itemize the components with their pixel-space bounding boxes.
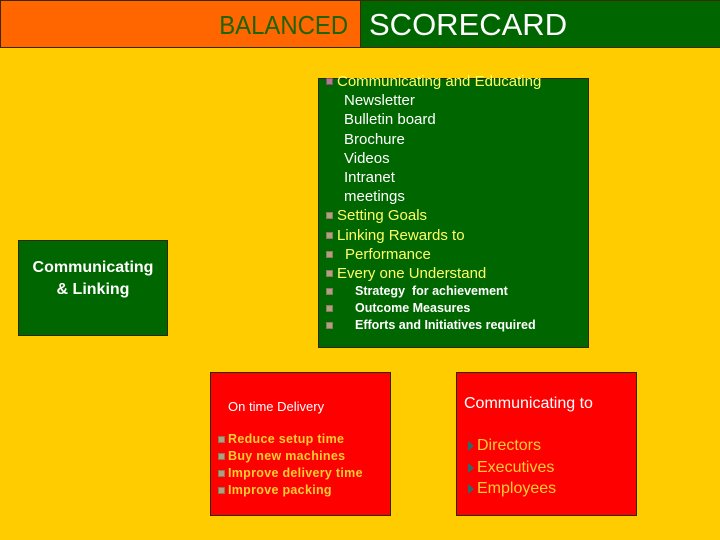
list-item: Intranet [323,168,541,187]
list-item: Videos [323,149,541,168]
list-item-text: Efforts and Initiatives required [355,318,536,333]
list-item: Improve delivery time [217,465,363,482]
list-item: Performance [323,245,541,264]
communicating-linking-label: Communicating & Linking [19,257,167,301]
list-item-text: Newsletter [344,92,415,110]
communicating-educating-list: Communicating and Educating Newsletter B… [323,72,541,334]
communicating-educating-box: Communicating and Educating Newsletter B… [318,73,589,348]
list-item-text: Improve delivery time [228,466,363,480]
list-item: Every one Understand [323,264,541,283]
audience-list: Directors Executives Employees [465,435,556,500]
triangle-bullet-icon [468,484,474,494]
list-item-text: Setting Goals [337,207,428,225]
square-bullet-icon [326,270,333,278]
list-item-text: Strategy for achievement [355,284,508,299]
communicating-to-box: Communicating to Directors Executives Em… [456,372,637,516]
header-right-panel: SCORECARD [361,1,720,47]
square-bullet-icon [326,250,333,258]
square-bullet-icon [326,288,333,296]
list-item: Communicating and Educating [323,72,541,91]
title-balanced: BALANCED [219,10,348,40]
list-item: Employees [465,478,556,500]
list-item: Improve packing [217,482,363,499]
triangle-bullet-icon [468,441,474,451]
list-item: Brochure [323,130,541,149]
list-item-text: Videos [344,149,390,167]
delivery-action-list: Reduce setup time Buy new machines Impro… [217,431,363,499]
on-time-delivery-title: On time Delivery [228,399,325,414]
square-bullet-icon [326,212,333,220]
list-item: Directors [465,435,556,457]
square-bullet-icon [326,305,333,313]
list-item: Efforts and Initiatives required [323,317,541,334]
list-item: Strategy for achievement [323,283,541,300]
square-bullet-icon [326,322,333,330]
list-item-text: Reduce setup time [228,432,345,446]
list-item-text: meetings [344,188,405,206]
list-item: Linking Rewards to [323,226,541,245]
triangle-bullet-icon [468,462,474,473]
square-bullet-icon [218,470,225,477]
square-bullet-icon [218,436,225,443]
square-bullet-icon [326,231,333,239]
communicating-linking-box: Communicating & Linking [18,240,168,336]
list-item-text: Employees [477,480,557,497]
list-item-text: Communicating and Educating [337,73,542,90]
list-item-text: Intranet [344,169,395,187]
label-line-1: Communicating [32,259,154,276]
header-left-panel: BALANCED [1,1,361,47]
list-item-text: Linking Rewards to [337,226,465,244]
communicating-to-title: Communicating to [464,395,593,412]
list-item-text: Bulletin board [344,111,436,129]
list-item: Executives [465,457,556,479]
square-bullet-icon [326,78,333,85]
list-item: Setting Goals [323,206,541,225]
square-bullet-icon [218,453,225,460]
list-item-text: Directors [477,437,542,454]
list-item: Buy new machines [217,448,363,465]
list-item: Reduce setup time [217,431,363,448]
list-item: Bulletin board [323,110,541,129]
list-item-text: Performance [345,245,431,263]
list-item-text: Every one Understand [337,265,487,283]
list-item-text: Buy new machines [228,449,346,463]
list-item-text: Outcome Measures [355,301,471,316]
list-item: meetings [323,187,541,206]
list-item-text: Improve packing [228,483,332,497]
list-item: Newsletter [323,91,541,110]
header-banner: BALANCED SCORECARD [0,0,720,48]
list-item-text: Brochure [344,130,405,148]
label-line-2: & Linking [56,281,130,298]
list-item-text: Executives [477,458,555,476]
title-scorecard: SCORECARD [369,7,568,42]
on-time-delivery-box: On time Delivery Reduce setup time Buy n… [210,372,391,516]
list-item: Outcome Measures [323,300,541,317]
square-bullet-icon [218,487,225,494]
